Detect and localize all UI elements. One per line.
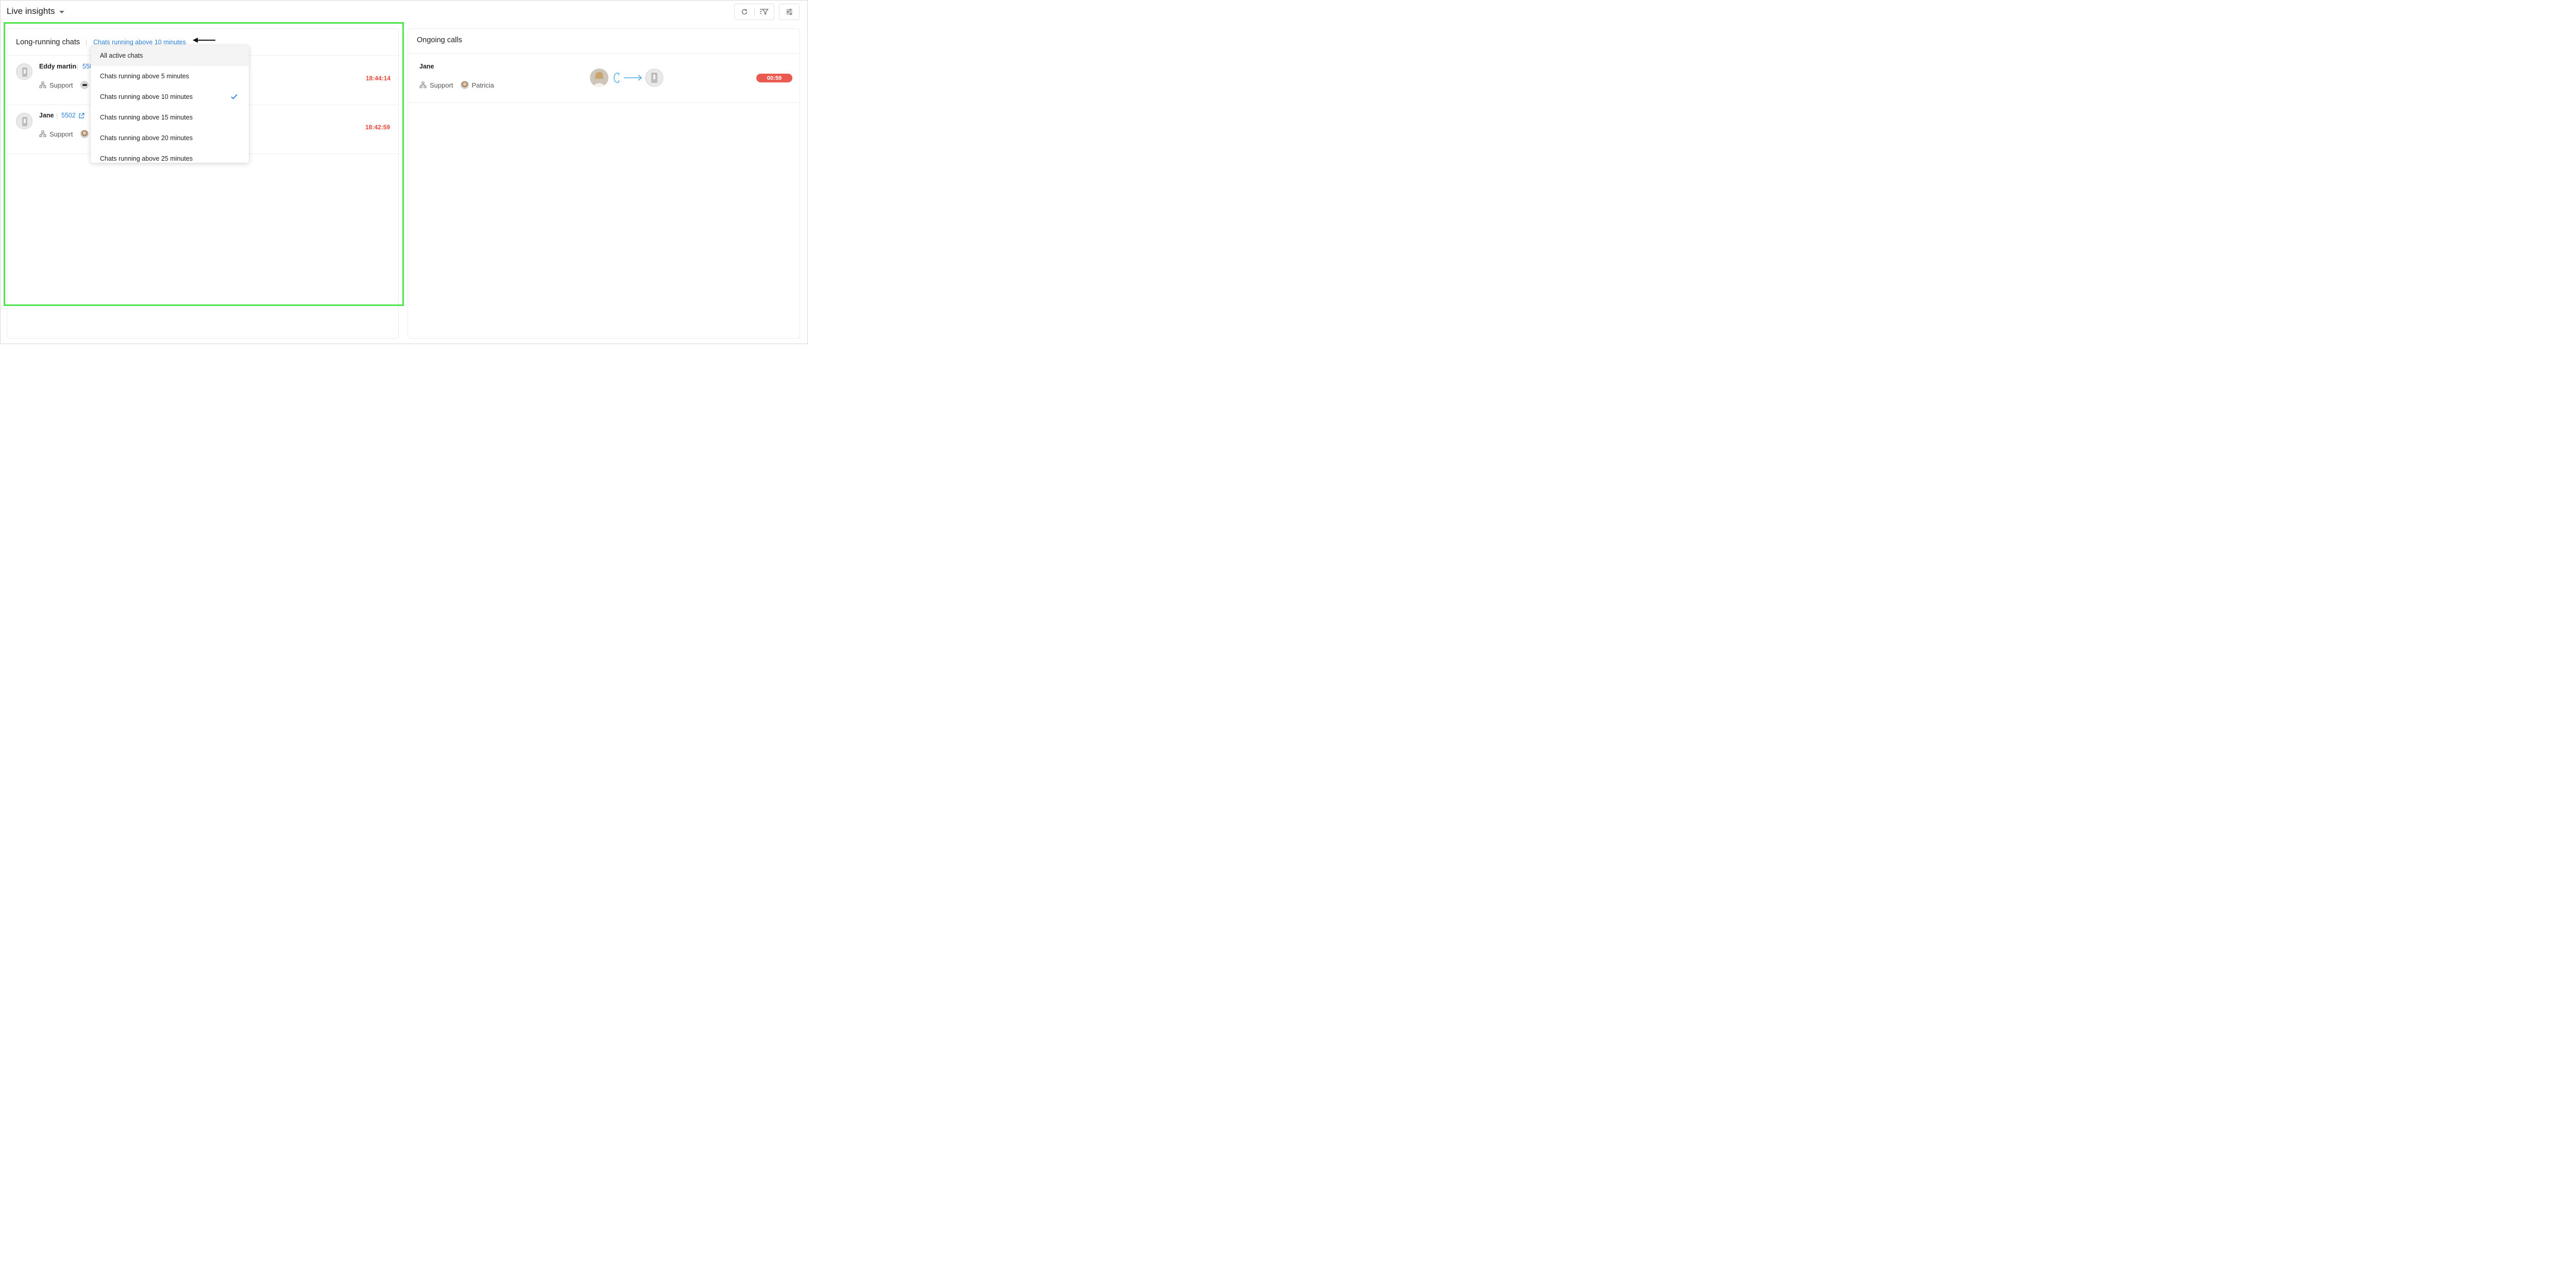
anonymous-visitor-icon [17,114,32,129]
option-label: Chats running above 25 minutes [100,155,193,162]
row-divider [77,64,78,70]
toolbar-group [734,4,774,20]
call-meta: Support Patricia [419,81,494,89]
panel-header: Ongoing calls [408,29,800,54]
external-link-icon[interactable] [78,113,84,119]
agent-photo-avatar [590,69,608,87]
row-meta: Support [39,81,89,89]
dropdown-option-selected[interactable]: Chats running above 10 minutes [91,87,249,107]
agent-photo-icon [590,69,608,87]
agent-avatar [80,81,89,89]
call-row[interactable]: Jane Support Patricia 00:59 [408,54,800,103]
refresh-button[interactable] [735,4,754,20]
page-title: Live insights [7,6,55,16]
visitor-name: Jane [39,112,54,119]
agent-name: Patricia [471,81,494,89]
visitor-avatar [16,63,32,80]
row-meta: Support [39,130,89,138]
caller-avatar [645,69,664,87]
department-icon [39,81,46,88]
dropdown-option[interactable]: All active chats [91,45,249,66]
department-icon [39,130,46,137]
option-label: All active chats [100,52,143,59]
panel-title: Long-running chats [16,38,80,46]
option-label: Chats running above 10 minutes [100,93,193,100]
dropdown-option[interactable]: Chats running above 25 minutes [91,148,249,163]
anonymous-visitor-icon [645,69,664,87]
dropdown-option[interactable]: Chats running above 20 minutes [91,128,249,148]
ongoing-calls-panel: Ongoing calls Jane Support Patricia 00:5… [408,28,800,338]
filter-icon [760,9,769,15]
filter-button[interactable] [754,4,774,20]
chat-duration-time: 18:42:59 [365,124,391,131]
visitor-name: Eddy martin [39,63,77,70]
department-name: Support [430,81,453,89]
header-divider [86,40,87,46]
settings-button[interactable] [779,4,800,20]
call-direction-arrow-icon [624,75,642,81]
department-icon [419,81,427,88]
anonymous-visitor-icon [17,64,32,79]
option-label: Chats running above 5 minutes [100,73,190,80]
caret-down-icon [59,10,64,13]
chat-duration-time: 18:44:14 [366,75,391,82]
annotation-arrow-icon [193,38,215,43]
chat-duration-dropdown: All active chats Chats running above 5 m… [91,45,249,163]
option-label: Chats running above 20 minutes [100,134,193,142]
dropdown-option[interactable]: Chats running above 5 minutes [91,66,249,87]
checkmark-icon [231,94,238,99]
chat-id-link[interactable]: 5502 [61,112,76,119]
caller-name: Jane [419,63,434,70]
dropdown-option[interactable]: Chats running above 15 minutes [91,107,249,128]
department-name: Support [49,81,73,89]
chat-duration-filter-link[interactable]: Chats running above 10 minutes [93,39,186,46]
refresh-icon [741,9,747,15]
option-label: Chats running above 15 minutes [100,114,193,121]
agent-avatar [460,81,469,89]
page-title-dropdown[interactable]: Live insights [7,6,64,16]
panel-title: Ongoing calls [417,36,462,44]
agent-avatar [80,130,89,138]
settings-sliders-icon [786,9,792,15]
call-duration-badge: 00:59 [756,74,792,82]
visitor-avatar [16,113,32,129]
phone-call-icon [614,72,620,83]
department-name: Support [49,130,73,138]
